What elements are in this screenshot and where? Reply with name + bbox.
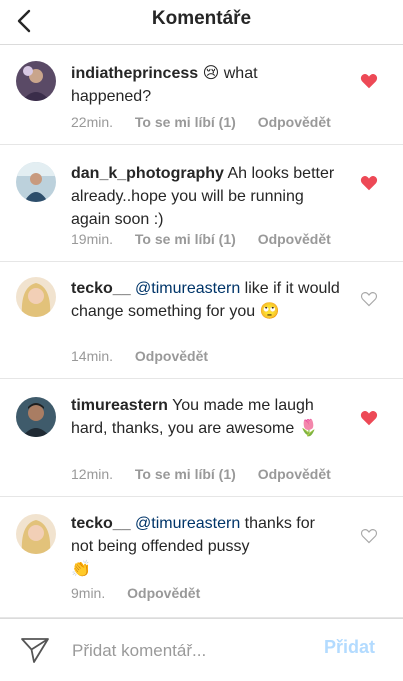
comment-text: timureastern You made me laugh hard, tha… [71,394,341,440]
comment-username[interactable]: timureastern [71,397,168,414]
comment-username[interactable]: tecko__ [71,515,131,532]
comment-username[interactable]: tecko__ [71,280,131,297]
comment-composer: Přidat [0,618,403,681]
avatar[interactable] [16,61,56,101]
comment-meta: 19min. To se mi líbí (1) Odpovědět [71,231,349,247]
avatar[interactable] [16,277,56,317]
comment-meta: 22min. To se mi líbí (1) Odpovědět [71,114,349,130]
eye-roll-emoji: 🙄 [259,303,280,321]
heart-outline-icon[interactable] [360,528,378,544]
send-direct-icon[interactable] [20,635,50,665]
comment-text: indiatheprincess 😢 what happened? [71,62,341,108]
avatar[interactable] [16,397,56,437]
comment-text: tecko__ @timureastern like if it would c… [71,277,341,323]
reply-link[interactable]: Odpovědět [258,114,331,130]
comment-time: 22min. [71,114,114,130]
reply-link[interactable]: Odpovědět [127,585,200,601]
comment-username[interactable]: indiatheprincess [71,65,198,82]
header-bar: Komentáře [0,0,403,45]
reply-link[interactable]: Odpovědět [258,466,331,482]
clapping-hands-emoji: 👏 [71,561,91,579]
comment-item: dan_k_photography Ah looks better alread… [0,145,403,262]
liked-heart-icon[interactable] [360,175,378,191]
comment-item: indiatheprincess 😢 what happened? 22min.… [0,45,403,145]
likes-count-link[interactable]: To se mi líbí (1) [135,114,236,130]
comment-time: 12min. [71,466,114,482]
post-comment-button[interactable]: Přidat [324,637,375,658]
comment-text: tecko__ @timureastern thanks for not bei… [71,512,341,581]
reply-link[interactable]: Odpovědět [258,231,331,247]
comment-meta: 12min. To se mi líbí (1) Odpovědět [71,466,349,482]
mention-link[interactable]: @timureastern [135,280,240,297]
tulip-emoji: 🌷 [298,420,319,438]
avatar[interactable] [16,162,56,202]
heart-outline-icon[interactable] [360,291,378,307]
comment-meta: 9min. Odpovědět [71,585,218,601]
likes-count-link[interactable]: To se mi líbí (1) [135,466,236,482]
comment-input[interactable] [70,635,314,667]
reply-link[interactable]: Odpovědět [135,348,208,364]
liked-heart-icon[interactable] [360,73,378,89]
comment-time: 14min. [71,348,114,364]
comment-item: tecko__ @timureastern thanks for not bei… [0,497,403,618]
mention-link[interactable]: @timureastern [135,515,240,532]
liked-heart-icon[interactable] [360,410,378,426]
comment-time: 19min. [71,231,114,247]
comment-item: timureastern You made me laugh hard, tha… [0,379,403,497]
likes-count-link[interactable]: To se mi líbí (1) [135,231,236,247]
page-title: Komentáře [151,8,252,29]
crying-face-emoji: 😢 [202,65,220,83]
avatar[interactable] [16,514,56,554]
comment-meta: 14min. Odpovědět [71,348,226,364]
comment-text: dan_k_photography Ah looks better alread… [71,162,341,231]
comment-time: 9min. [71,585,106,601]
comment-username[interactable]: dan_k_photography [71,165,224,182]
comment-item: tecko__ @timureastern like if it would c… [0,262,403,379]
